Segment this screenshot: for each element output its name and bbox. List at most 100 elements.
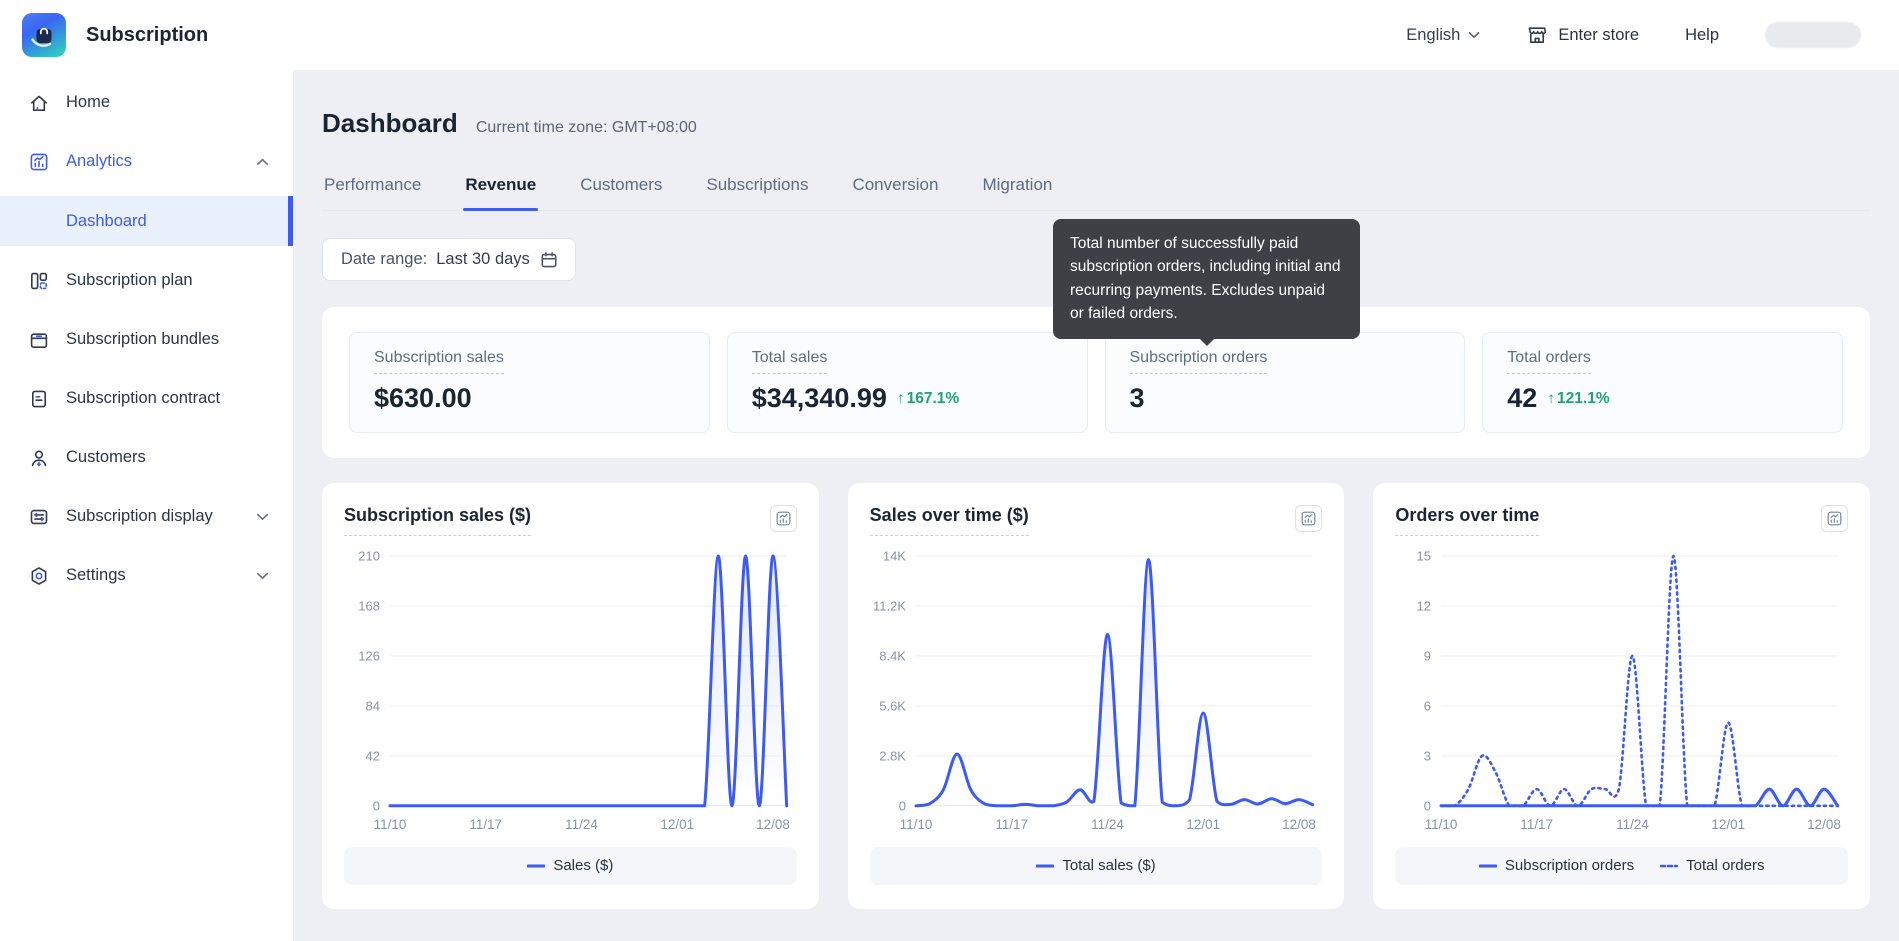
page-title: Dashboard [322, 108, 458, 138]
sidebar-item-subscription-bundles[interactable]: Subscription bundles [0, 315, 293, 364]
line-chart-icon [1827, 511, 1842, 526]
stat-delta: ↑ 121.1% [1547, 389, 1610, 407]
subscription-contract-icon [28, 388, 50, 410]
analytics-icon [28, 151, 50, 173]
svg-text:2.8K: 2.8K [879, 748, 906, 763]
svg-text:126: 126 [358, 648, 380, 663]
tab-conversion[interactable]: Conversion [850, 163, 940, 210]
legend-line-solid [1478, 864, 1497, 868]
svg-text:12/08: 12/08 [1807, 817, 1841, 832]
tab-migration[interactable]: Migration [980, 163, 1054, 210]
sidebar-item-subscription-display[interactable]: Subscription display [0, 492, 293, 541]
tab-customers[interactable]: Customers [578, 163, 664, 210]
chart-title: Sales over time ($) [869, 505, 1029, 536]
svg-text:11/10: 11/10 [374, 817, 407, 832]
analytics-tabs: Performance Revenue Customers Subscripti… [322, 163, 1870, 211]
svg-text:11/24: 11/24 [565, 817, 598, 832]
language-selector[interactable]: English [1406, 26, 1480, 45]
up-arrow-icon: ↑ [896, 389, 905, 407]
sidebar-item-settings[interactable]: Settings [0, 551, 293, 600]
svg-text:0: 0 [373, 798, 380, 813]
chart-card-orders-over-time: Orders over time 0 3 6 9 12 15 11/10 11/17 11/24… [1373, 483, 1871, 909]
stat-value: 42 [1507, 383, 1538, 413]
sidebar: Home Analytics Dashboard Subscription pl… [0, 70, 293, 941]
stat-value: $630.00 [374, 383, 472, 413]
settings-gear-icon [28, 565, 50, 587]
sidebar-item-analytics[interactable]: Analytics [0, 137, 293, 186]
date-range-picker[interactable]: Date range: Last 30 days [322, 238, 576, 281]
sales-over-time-chart: 0 2.8K 5.6K 8.4K 11.2K 14K 11/10 11/17 11/24 12/0… [873, 548, 1316, 832]
subscription-sales-chart: 0 42 84 126 168 210 11/10 11/17 11/24 12/01 12/08 [358, 548, 790, 832]
calendar-icon [541, 251, 557, 267]
sidebar-item-subscription-plan[interactable]: Subscription plan [0, 256, 293, 305]
sidebar-item-home[interactable]: Home [0, 78, 293, 127]
chart-title: Orders over time [1395, 505, 1540, 536]
svg-text:12/08: 12/08 [1282, 817, 1316, 832]
svg-text:0: 0 [898, 798, 905, 813]
app-logo [22, 13, 66, 57]
chart-card-sales-over-time: Sales over time ($) 0 2.8K 5.6K 8.4K 11.2K 14… [847, 483, 1345, 909]
up-arrow-icon: ↑ [1547, 389, 1556, 407]
stat-value: 3 [1129, 383, 1145, 413]
legend-line-dashed [1660, 864, 1679, 868]
customers-icon [28, 447, 50, 469]
svg-text:210: 210 [358, 548, 380, 563]
svg-text:12/01: 12/01 [660, 817, 694, 832]
svg-text:15: 15 [1417, 548, 1431, 563]
stat-label[interactable]: Subscription sales [374, 349, 504, 374]
report-chart-button[interactable] [1295, 505, 1323, 532]
svg-text:12/08: 12/08 [756, 817, 790, 832]
chart-card-subscription-sales: Subscription sales ($) 0 42 84 126 168 210 11/… [322, 483, 819, 909]
svg-text:11/17: 11/17 [469, 817, 502, 832]
stat-label[interactable]: Subscription orders [1129, 349, 1268, 374]
report-chart-button[interactable] [769, 505, 797, 532]
stat-label[interactable]: Total sales [751, 349, 828, 374]
svg-text:11/10: 11/10 [1425, 817, 1458, 832]
stat-delta: ↑ 167.1% [896, 389, 960, 407]
chevron-up-icon [256, 158, 269, 166]
svg-text:12: 12 [1417, 598, 1431, 613]
svg-text:11/10: 11/10 [899, 817, 932, 832]
store-name-redacted[interactable] [1765, 22, 1861, 48]
svg-text:84: 84 [366, 698, 380, 713]
svg-text:0: 0 [1424, 798, 1431, 813]
svg-text:11/17: 11/17 [995, 817, 1028, 832]
subscription-orders-tooltip: Total number of successfully paid subscr… [1053, 219, 1360, 346]
tab-subscriptions[interactable]: Subscriptions [704, 163, 810, 210]
subscription-plan-icon [28, 270, 50, 292]
line-chart-icon [1301, 511, 1316, 526]
stat-label[interactable]: Total orders [1507, 349, 1591, 374]
tab-revenue[interactable]: Revenue [463, 163, 539, 211]
stat-value: $34,340.99 [751, 383, 887, 413]
charts-row: Subscription sales ($) 0 42 84 126 168 210 11/… [322, 483, 1871, 909]
header-actions: English Enter store Help [1406, 22, 1861, 48]
sidebar-item-subscription-contract[interactable]: Subscription contract [0, 374, 293, 423]
report-chart-button[interactable] [1821, 505, 1849, 532]
chevron-down-icon [256, 513, 269, 521]
stat-card-subscription-sales: Subscription sales $630.00 [349, 332, 710, 433]
line-chart-icon [776, 511, 791, 526]
chevron-down-icon [256, 572, 269, 580]
main-content: Dashboard Current time zone: GMT+08:00 P… [293, 70, 1899, 941]
svg-text:11/24: 11/24 [1617, 817, 1650, 832]
stat-card-total-sales: Total sales $34,340.99 ↑ 167.1% [726, 332, 1088, 433]
sidebar-item-dashboard[interactable]: Dashboard [0, 196, 293, 246]
svg-text:12/01: 12/01 [1186, 817, 1220, 832]
svg-text:6: 6 [1424, 698, 1431, 713]
chart-title: Subscription sales ($) [344, 505, 532, 536]
stat-card-total-orders: Total orders 42 ↑ 121.1% [1482, 332, 1843, 433]
svg-text:5.6K: 5.6K [879, 698, 906, 713]
legend-line-solid [1036, 864, 1055, 868]
subscription-display-icon [28, 506, 50, 528]
tab-performance[interactable]: Performance [322, 163, 423, 210]
chart-legend: Total sales ($) [869, 846, 1323, 885]
svg-text:8.4K: 8.4K [879, 648, 906, 663]
stat-card-subscription-orders: Subscription orders 3 [1104, 332, 1466, 433]
help-link[interactable]: Help [1685, 26, 1719, 45]
chart-legend: Sales ($) [344, 846, 797, 885]
sidebar-item-customers[interactable]: Customers [0, 433, 293, 482]
subscription-bundles-icon [28, 329, 50, 351]
svg-text:168: 168 [358, 598, 380, 613]
legend-line-solid [527, 864, 546, 868]
enter-store-button[interactable]: Enter store [1526, 24, 1639, 46]
